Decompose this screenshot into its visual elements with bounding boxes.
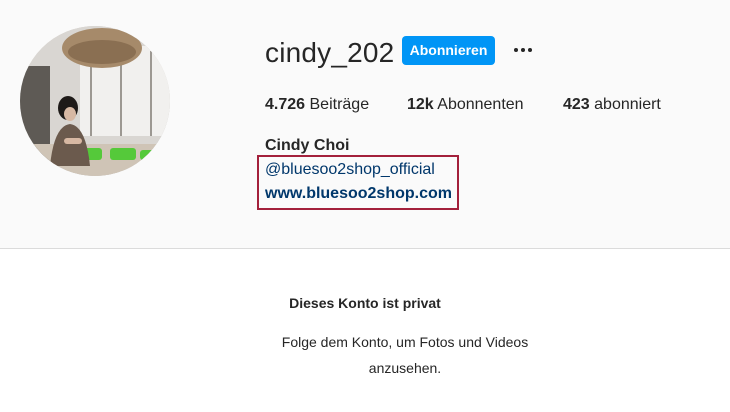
bio-mention-link[interactable]: @bluesoo2shop_official <box>265 160 435 180</box>
website-link[interactable]: www.bluesoo2shop.com <box>265 184 452 204</box>
more-dot <box>528 48 532 52</box>
followers-stat[interactable]: 12k Abonnenten <box>407 95 524 115</box>
avatar-photo <box>20 26 170 176</box>
followers-count: 12k <box>407 96 434 113</box>
posts-count: 4.726 <box>265 96 306 113</box>
followers-label: Abonnenten <box>437 96 524 113</box>
more-options-button[interactable] <box>508 38 538 62</box>
profile-avatar[interactable] <box>20 26 170 176</box>
posts-label: Beiträge <box>309 96 370 113</box>
following-count: 423 <box>563 96 590 113</box>
profile-full-name: Cindy Choi <box>265 137 350 154</box>
more-dot <box>521 48 525 52</box>
following-label: abonniert <box>594 96 661 113</box>
more-horizontal-icon <box>514 48 518 52</box>
private-account-description: Folge dem Konto, um Fotos und Videos anz… <box>281 334 529 376</box>
private-account-title: Dieses Konto ist privat <box>289 295 441 311</box>
following-stat[interactable]: 423 abonniert <box>563 95 661 115</box>
profile-header: cindy_202 Abonnieren 4.726 Beiträge 12k … <box>0 0 730 249</box>
profile-username: cindy_202 <box>265 37 395 68</box>
follow-button[interactable]: Abonnieren <box>402 36 495 65</box>
posts-stat: 4.726 Beiträge <box>265 95 369 115</box>
